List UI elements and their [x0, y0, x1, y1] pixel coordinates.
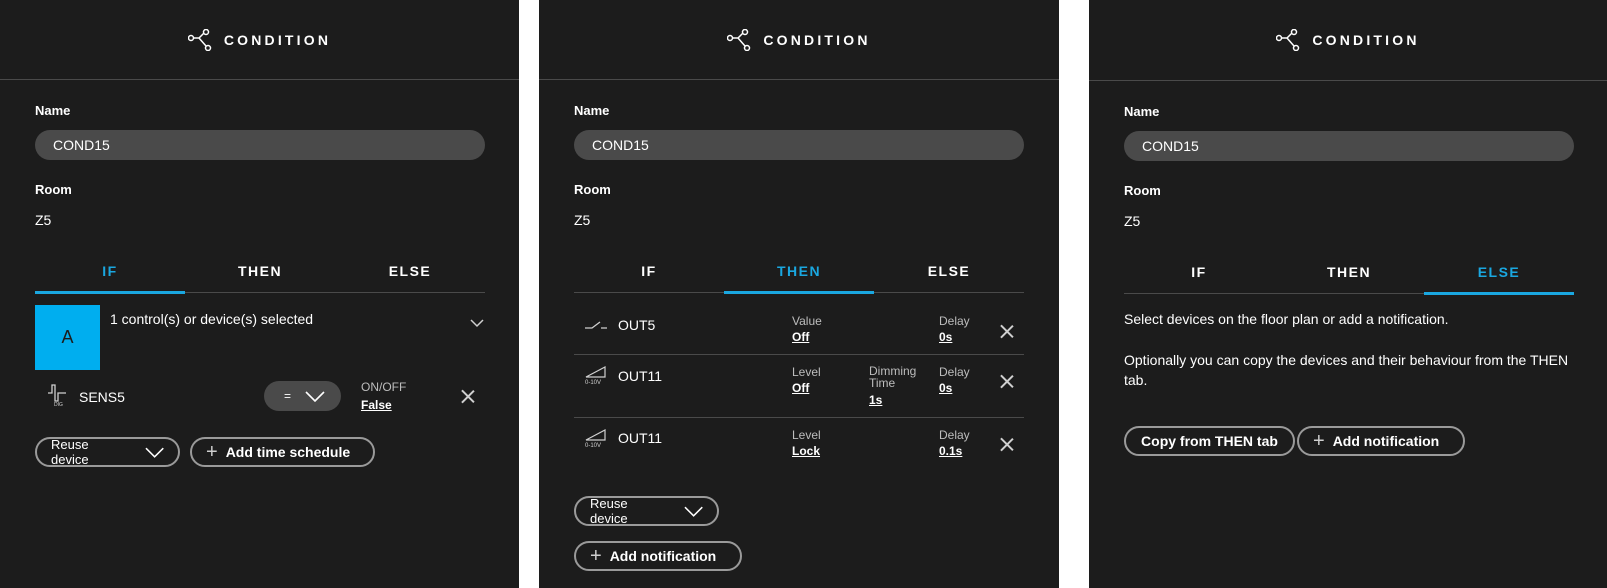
property-label: ON/OFF	[361, 380, 407, 394]
name-input[interactable]: COND15	[574, 130, 1024, 160]
dimming-time-value[interactable]: 1s	[869, 393, 882, 407]
page-title: CONDITION	[1312, 32, 1420, 48]
room-value: Z5	[35, 212, 52, 228]
action-row: 0-10V OUT11 Level Off Dimming Time 1s De…	[574, 356, 1024, 418]
panel-header: CONDITION	[539, 0, 1059, 80]
chevron-down-icon	[684, 506, 703, 517]
room-label: Room	[35, 182, 72, 197]
level-value[interactable]: Off	[792, 381, 809, 395]
else-copy-hint: Optionally you can copy the devices and …	[1124, 352, 1569, 388]
room-label: Room	[574, 182, 611, 197]
delay-value[interactable]: 0.1s	[939, 444, 962, 458]
delay-label: Delay	[939, 365, 970, 379]
room-label: Room	[1124, 183, 1161, 198]
reuse-device-label: Reuse device	[51, 437, 89, 467]
room-value: Z5	[574, 212, 591, 228]
copy-from-then-button[interactable]: Copy from THEN tab	[1124, 426, 1295, 456]
name-input[interactable]: COND15	[35, 130, 485, 160]
action-row: 0-10V OUT11 Level Lock Delay 0.1s	[574, 419, 1024, 469]
tab-bar: IF THEN ELSE	[1124, 257, 1574, 295]
delay-label: Delay	[939, 314, 970, 328]
operator-dropdown[interactable]: =	[264, 381, 341, 411]
page-title: CONDITION	[223, 31, 332, 48]
panel-header: CONDITION	[0, 0, 519, 80]
branch-icon	[727, 28, 751, 51]
tab-bar: IF THEN ELSE	[35, 256, 485, 294]
tab-then[interactable]: THEN	[724, 256, 874, 294]
add-notification-button[interactable]: + Add notification	[1297, 426, 1465, 456]
switch-icon	[585, 321, 607, 329]
tab-else[interactable]: ELSE	[335, 256, 485, 292]
tab-then[interactable]: THEN	[1274, 257, 1424, 293]
device-name: SENS5	[79, 389, 125, 405]
device-name: OUT11	[618, 368, 663, 384]
level-label: Level	[792, 428, 821, 442]
delay-value[interactable]: 0s	[939, 330, 952, 344]
plus-icon: +	[206, 441, 218, 463]
svg-text:0-10V: 0-10V	[585, 380, 601, 385]
name-label: Name	[574, 103, 610, 118]
name-label: Name	[1124, 104, 1160, 119]
remove-device-icon[interactable]	[461, 389, 475, 403]
device-name: OUT5	[618, 317, 656, 333]
add-time-schedule-label: Add time schedule	[225, 444, 351, 460]
add-notification-label: Add notification	[609, 548, 717, 564]
tab-if[interactable]: IF	[35, 256, 185, 294]
chevron-down-icon[interactable]	[470, 318, 484, 328]
tab-if[interactable]: IF	[1124, 257, 1274, 293]
remove-action-icon[interactable]	[1000, 437, 1014, 451]
value-label: Value	[792, 314, 822, 328]
condition-panel-if: CONDITION Name COND15 Room Z5 IF THEN EL…	[0, 0, 519, 588]
property-value[interactable]: False	[361, 398, 392, 412]
tab-if[interactable]: IF	[574, 256, 724, 292]
delay-value[interactable]: 0s	[939, 381, 952, 395]
add-notification-label: Add notification	[1332, 433, 1440, 449]
svg-text:0-10V: 0-10V	[585, 443, 601, 448]
device-name: OUT11	[618, 430, 663, 446]
plus-icon: +	[590, 545, 602, 567]
level-label: Level	[792, 365, 821, 379]
value-value[interactable]: Off	[792, 330, 809, 344]
add-notification-button[interactable]: + Add notification	[574, 541, 742, 571]
group-badge[interactable]: A	[35, 305, 100, 370]
delay-label: Delay	[939, 428, 970, 442]
reuse-device-label: Reuse device	[590, 496, 628, 526]
reuse-device-button[interactable]: Reuse device	[35, 437, 180, 467]
remove-action-icon[interactable]	[1000, 374, 1014, 388]
sensor-icon: DIG	[48, 384, 66, 407]
name-input[interactable]: COND15	[1124, 131, 1574, 161]
plus-icon: +	[1313, 430, 1325, 452]
chevron-down-icon	[305, 390, 325, 402]
condition-panel-else: CONDITION Name COND15 Room Z5 IF THEN EL…	[1089, 0, 1607, 588]
dimming-time-label: Dimming Time	[869, 364, 917, 390]
chevron-down-icon	[145, 447, 164, 458]
dimmer-0-10v-icon: 0-10V	[585, 366, 606, 385]
tab-then[interactable]: THEN	[185, 256, 335, 292]
selection-summary: 1 control(s) or device(s) selected	[110, 311, 314, 327]
reuse-device-button[interactable]: Reuse device	[574, 496, 719, 526]
condition-panel-then: CONDITION Name COND15 Room Z5 IF THEN EL…	[539, 0, 1059, 588]
else-instructions: Select devices on the floor plan or add …	[1124, 311, 1449, 327]
operator-value: =	[284, 389, 292, 403]
panel-header: CONDITION	[1089, 0, 1607, 81]
level-value[interactable]: Lock	[792, 444, 820, 458]
add-time-schedule-button[interactable]: + Add time schedule	[190, 437, 375, 467]
dimmer-0-10v-icon: 0-10V	[585, 429, 606, 448]
branch-icon	[187, 28, 212, 51]
tab-else[interactable]: ELSE	[874, 256, 1024, 292]
page-title: CONDITION	[763, 31, 871, 48]
room-value: Z5	[1124, 213, 1141, 229]
tab-else[interactable]: ELSE	[1424, 257, 1574, 295]
branch-icon	[1276, 29, 1300, 51]
copy-from-then-label: Copy from THEN tab	[1141, 433, 1278, 449]
action-row: OUT5 Value Off Delay 0s	[574, 305, 1024, 355]
remove-action-icon[interactable]	[1000, 324, 1014, 338]
name-label: Name	[35, 103, 71, 118]
tab-bar: IF THEN ELSE	[574, 256, 1024, 294]
svg-text:DIG: DIG	[54, 402, 63, 407]
